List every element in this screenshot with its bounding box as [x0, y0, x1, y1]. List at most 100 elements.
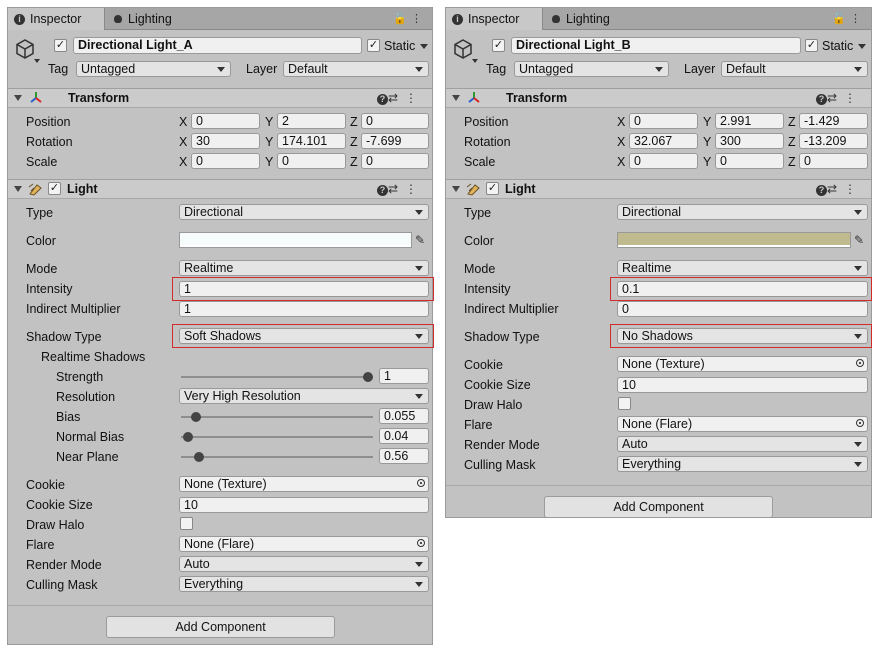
foldout-arrow-icon[interactable]: [14, 95, 22, 101]
axis-y-label: Y: [265, 135, 274, 149]
rotation-y-field[interactable]: 174.101: [277, 133, 346, 149]
help-icon[interactable]: ?: [815, 185, 827, 196]
draw-halo-checkbox[interactable]: [180, 517, 193, 530]
bias-field[interactable]: 0.055: [379, 408, 429, 424]
position-x-field[interactable]: 0: [191, 113, 260, 129]
add-component-button[interactable]: Add Component: [106, 616, 335, 638]
scale-z-field[interactable]: 0: [361, 153, 429, 169]
static-dropdown-arrow[interactable]: [420, 44, 428, 49]
rotation-z-field[interactable]: -13.209: [799, 133, 868, 149]
culling-mask-dropdown[interactable]: Everything: [617, 456, 868, 472]
object-picker-icon[interactable]: [417, 539, 425, 547]
icon-dropdown-arrow[interactable]: [472, 59, 478, 63]
cookie-field[interactable]: None (Texture): [617, 356, 868, 372]
object-picker-icon[interactable]: [856, 359, 864, 367]
near-plane-slider-track[interactable]: [181, 456, 373, 458]
tab-lighting[interactable]: Lighting: [544, 8, 624, 30]
static-checkbox[interactable]: ✓: [805, 39, 818, 52]
tab-lighting[interactable]: Lighting: [106, 8, 186, 30]
object-picker-icon[interactable]: [856, 419, 864, 427]
tag-dropdown[interactable]: Untagged: [76, 61, 231, 77]
strength-slider-handle[interactable]: [363, 372, 373, 382]
mode-dropdown[interactable]: Realtime: [179, 260, 429, 276]
scale-y-field[interactable]: 0: [277, 153, 346, 169]
normal-bias-field[interactable]: 0.04: [379, 428, 429, 444]
cookie-label: Cookie: [464, 358, 503, 372]
draw-halo-checkbox[interactable]: [618, 397, 631, 410]
render-mode-dropdown[interactable]: Auto: [179, 556, 429, 572]
rotation-z-field[interactable]: -7.699: [361, 133, 429, 149]
near-plane-field[interactable]: 0.56: [379, 448, 429, 464]
object-picker-icon[interactable]: [417, 479, 425, 487]
foldout-arrow-icon[interactable]: [452, 186, 460, 192]
help-icon[interactable]: ?: [376, 94, 388, 105]
layer-dropdown[interactable]: Default: [721, 61, 868, 77]
tab-menu-icons[interactable]: 🔓⋮: [393, 12, 426, 25]
icon-dropdown-arrow[interactable]: [34, 59, 40, 63]
transform-header[interactable]: Transform ? ⇄⋮: [8, 88, 432, 108]
indirect-multiplier-field[interactable]: 1: [179, 301, 429, 317]
static-checkbox[interactable]: ✓: [367, 39, 380, 52]
flare-field[interactable]: None (Flare): [617, 416, 868, 432]
near-plane-slider-handle[interactable]: [193, 452, 204, 462]
normal-bias-slider-track[interactable]: [181, 436, 373, 438]
transform-header[interactable]: Transform ? ⇄⋮: [446, 88, 871, 108]
component-menu-icons[interactable]: ? ⇄⋮: [815, 182, 863, 196]
component-menu-icons[interactable]: ? ⇄⋮: [815, 91, 863, 105]
bias-slider-handle[interactable]: [191, 412, 201, 422]
tab-inspector[interactable]: i Inspector: [446, 8, 543, 30]
rotation-y-field[interactable]: 300: [715, 133, 784, 149]
object-name-field[interactable]: Directional Light_B: [511, 37, 801, 54]
directional-light-icon: [466, 183, 480, 196]
color-swatch[interactable]: [179, 232, 412, 248]
resolution-dropdown[interactable]: Very High Resolution: [179, 388, 429, 404]
scale-x-field[interactable]: 0: [629, 153, 698, 169]
position-z-field[interactable]: 0: [361, 113, 429, 129]
object-name-field[interactable]: Directional Light_A: [73, 37, 362, 54]
component-menu-icons[interactable]: ? ⇄⋮: [376, 182, 424, 196]
help-icon[interactable]: ?: [376, 185, 388, 196]
static-dropdown-arrow[interactable]: [858, 44, 866, 49]
render-mode-dropdown[interactable]: Auto: [617, 436, 868, 452]
flare-field[interactable]: None (Flare): [179, 536, 429, 552]
normal-bias-slider-handle[interactable]: [183, 432, 194, 442]
bias-slider-track[interactable]: [181, 416, 373, 418]
position-z-field[interactable]: -1.429: [799, 113, 868, 129]
tab-inspector[interactable]: i Inspector: [8, 8, 105, 30]
rotation-x-field[interactable]: 30: [191, 133, 260, 149]
foldout-arrow-icon[interactable]: [452, 95, 460, 101]
strength-slider-track[interactable]: [181, 376, 373, 378]
position-y-field[interactable]: 2: [277, 113, 346, 129]
scale-y-field[interactable]: 0: [715, 153, 784, 169]
help-icon[interactable]: ?: [815, 94, 827, 105]
active-checkbox[interactable]: ✓: [492, 39, 505, 52]
active-checkbox[interactable]: ✓: [54, 39, 67, 52]
scale-z-field[interactable]: 0: [799, 153, 868, 169]
component-menu-icons[interactable]: ? ⇄⋮: [376, 91, 424, 105]
culling-mask-dropdown[interactable]: Everything: [179, 576, 429, 592]
light-enabled-checkbox[interactable]: ✓: [486, 182, 499, 195]
eyedropper-icon[interactable]: ✎: [854, 233, 866, 247]
eyedropper-icon[interactable]: ✎: [415, 233, 427, 247]
indirect-multiplier-field[interactable]: 0: [617, 301, 868, 317]
cookie-size-field[interactable]: 10: [179, 497, 429, 513]
add-component-button[interactable]: Add Component: [544, 496, 773, 518]
cookie-size-field[interactable]: 10: [617, 377, 868, 393]
layer-dropdown[interactable]: Default: [283, 61, 429, 77]
type-dropdown[interactable]: Directional: [617, 204, 868, 220]
cookie-field[interactable]: None (Texture): [179, 476, 429, 492]
light-header[interactable]: ✓ Light ? ⇄⋮: [446, 179, 871, 199]
mode-dropdown[interactable]: Realtime: [617, 260, 868, 276]
strength-field[interactable]: 1: [379, 368, 429, 384]
foldout-arrow-icon[interactable]: [14, 186, 22, 192]
type-dropdown[interactable]: Directional: [179, 204, 429, 220]
position-x-field[interactable]: 0: [629, 113, 698, 129]
position-y-field[interactable]: 2.991: [715, 113, 784, 129]
scale-x-field[interactable]: 0: [191, 153, 260, 169]
tab-menu-icons[interactable]: 🔓⋮: [832, 12, 865, 25]
light-header[interactable]: ✓ Light ? ⇄⋮: [8, 179, 432, 199]
light-enabled-checkbox[interactable]: ✓: [48, 182, 61, 195]
tag-dropdown[interactable]: Untagged: [514, 61, 669, 77]
color-swatch[interactable]: [617, 232, 851, 248]
rotation-x-field[interactable]: 32.067: [629, 133, 698, 149]
